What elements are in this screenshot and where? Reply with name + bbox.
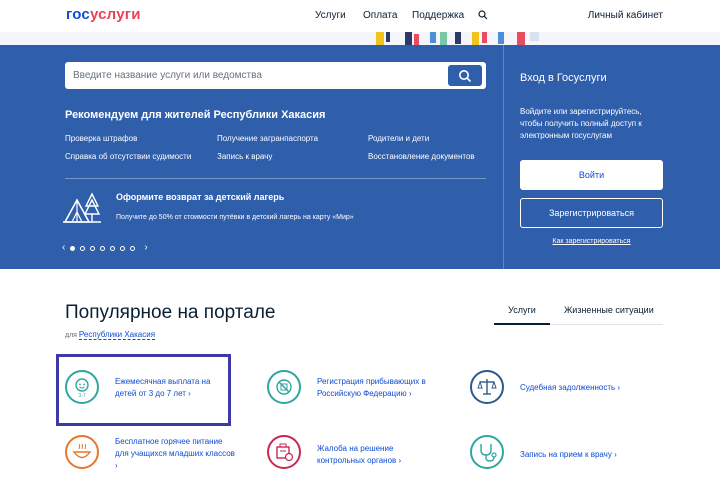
register-button[interactable]: Зарегистрироваться xyxy=(520,198,663,228)
tent-trees-icon xyxy=(63,192,101,223)
service-label: Бесплатное горячее питание для учащихся … xyxy=(115,437,235,470)
gosuslugi-logo[interactable]: госуслуги xyxy=(66,6,141,23)
carousel-prev-icon[interactable]: ‹ xyxy=(62,243,65,253)
top-navigation-bar: госуслуги Услуги Оплата Поддержка Личный… xyxy=(0,0,720,32)
carousel-dot[interactable] xyxy=(120,245,126,251)
service-item[interactable]: Жалоба на решение контрольных органов › xyxy=(267,435,442,487)
logo-gos-text: гос xyxy=(66,6,90,23)
carousel-dot[interactable] xyxy=(90,245,96,251)
search-button[interactable] xyxy=(448,65,482,86)
service-item[interactable]: 3-7 Ежемесячная выплата на детей от 3 до… xyxy=(65,370,225,422)
complaint-icon xyxy=(267,435,301,469)
carousel-dot[interactable] xyxy=(100,245,106,251)
service-label: Ежемесячная выплата на детей от 3 до 7 л… xyxy=(115,377,211,398)
service-item[interactable]: Запись на прием к врачу › xyxy=(470,435,660,487)
recommend-link-criminal-record[interactable]: Справка об отсутствии судимости xyxy=(65,152,191,161)
illustration-strip xyxy=(0,32,720,45)
search-icon xyxy=(459,69,472,82)
login-description: Войдите или зарегистрируйтесь, чтобы пол… xyxy=(520,107,642,140)
service-item[interactable]: Судебная задолженность › xyxy=(470,370,660,422)
carousel-controls: ‹ › xyxy=(62,242,148,254)
hero-section: Рекомендуем для жителей Республики Хакас… xyxy=(0,45,720,269)
recommend-link-fines[interactable]: Проверка штрафов xyxy=(65,134,137,143)
logo-uslugi-text: услуги xyxy=(89,6,141,23)
food-bowl-icon xyxy=(65,435,99,469)
personal-account-link[interactable]: Личный кабинет xyxy=(588,10,663,21)
passport-icon xyxy=(267,370,301,404)
nav-payment-link[interactable]: Оплата xyxy=(363,10,397,21)
carousel-dot[interactable] xyxy=(130,245,136,251)
nav-support-link[interactable]: Поддержка xyxy=(412,10,464,21)
popular-region-line: для Республики Хакасия xyxy=(65,330,156,340)
recommend-link-passport[interactable]: Получение загранпаспорта xyxy=(217,134,318,143)
service-label: Судебная задолженность › xyxy=(520,383,621,392)
search-icon[interactable] xyxy=(478,10,488,20)
stethoscope-icon xyxy=(470,435,504,469)
login-title: Вход в Госуслуги xyxy=(520,72,607,84)
recommend-title: Рекомендуем для жителей Республики Хакас… xyxy=(65,109,326,121)
recommend-link-documents[interactable]: Восстановление документов xyxy=(368,152,475,161)
login-button[interactable]: Войти xyxy=(520,160,663,190)
region-prefix: для xyxy=(65,332,77,339)
hero-divider xyxy=(65,178,486,179)
popular-tabs: Услуги Жизненные ситуации xyxy=(494,296,663,325)
carousel-next-icon[interactable]: › xyxy=(144,243,147,253)
service-item[interactable]: Регистрация прибывающих в Российскую Фед… xyxy=(267,370,442,422)
camp-refund-title[interactable]: Оформите возврат за детский лагерь xyxy=(116,192,284,202)
carousel-dot[interactable] xyxy=(110,245,116,251)
carousel-dot[interactable] xyxy=(80,245,86,251)
service-item[interactable]: Бесплатное горячее питание для учащихся … xyxy=(65,435,235,487)
recommend-link-parents[interactable]: Родители и дети xyxy=(368,134,429,143)
tab-life-situations[interactable]: Жизненные ситуации xyxy=(564,305,654,315)
child-icon: 3-7 xyxy=(65,370,99,404)
service-label: Регистрация прибывающих в Российскую Фед… xyxy=(317,377,426,398)
region-selector-link[interactable]: Республики Хакасия xyxy=(78,330,156,340)
camp-refund-text: Получите до 50% от стоимости путёвки в д… xyxy=(116,214,354,221)
recommend-link-doctor[interactable]: Запись к врачу xyxy=(217,152,272,161)
login-divider xyxy=(503,45,504,269)
popular-title: Популярное на портале xyxy=(65,302,276,323)
scales-icon xyxy=(470,370,504,404)
how-to-register-link[interactable]: Как зарегистрироваться xyxy=(520,238,663,245)
search-box xyxy=(65,62,486,89)
nav-services-link[interactable]: Услуги xyxy=(315,10,346,21)
carousel-dot[interactable] xyxy=(70,245,76,251)
search-input[interactable] xyxy=(73,62,443,89)
svg-text:3-7: 3-7 xyxy=(78,393,85,398)
service-label: Запись на прием к врачу › xyxy=(520,450,617,459)
service-label: Жалоба на решение контрольных органов › xyxy=(317,444,402,465)
tab-services[interactable]: Услуги xyxy=(494,296,550,325)
people-illustration xyxy=(376,32,539,45)
